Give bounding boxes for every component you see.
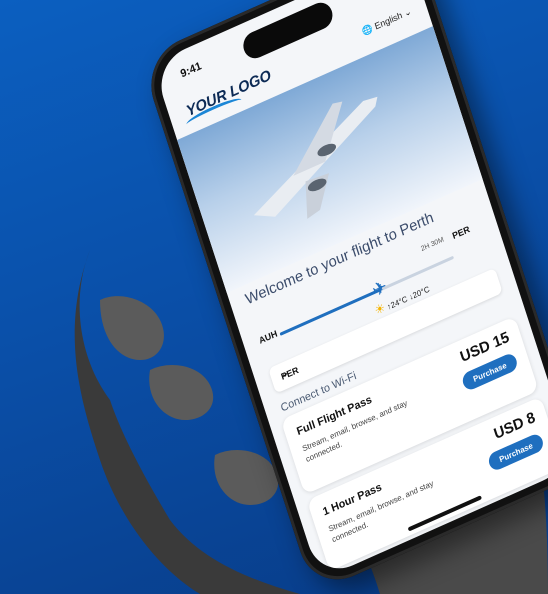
flight-duration: 2H 30M: [420, 236, 445, 253]
destination-code: PER: [450, 223, 472, 242]
origin-code: AUH: [257, 328, 279, 346]
language-label: English: [373, 9, 404, 32]
chevron-down-icon: ⌄: [402, 5, 413, 19]
language-selector[interactable]: 🌐 English ⌄: [361, 6, 413, 38]
globe-icon: 🌐: [360, 22, 375, 38]
status-time: 9:41: [179, 60, 203, 81]
